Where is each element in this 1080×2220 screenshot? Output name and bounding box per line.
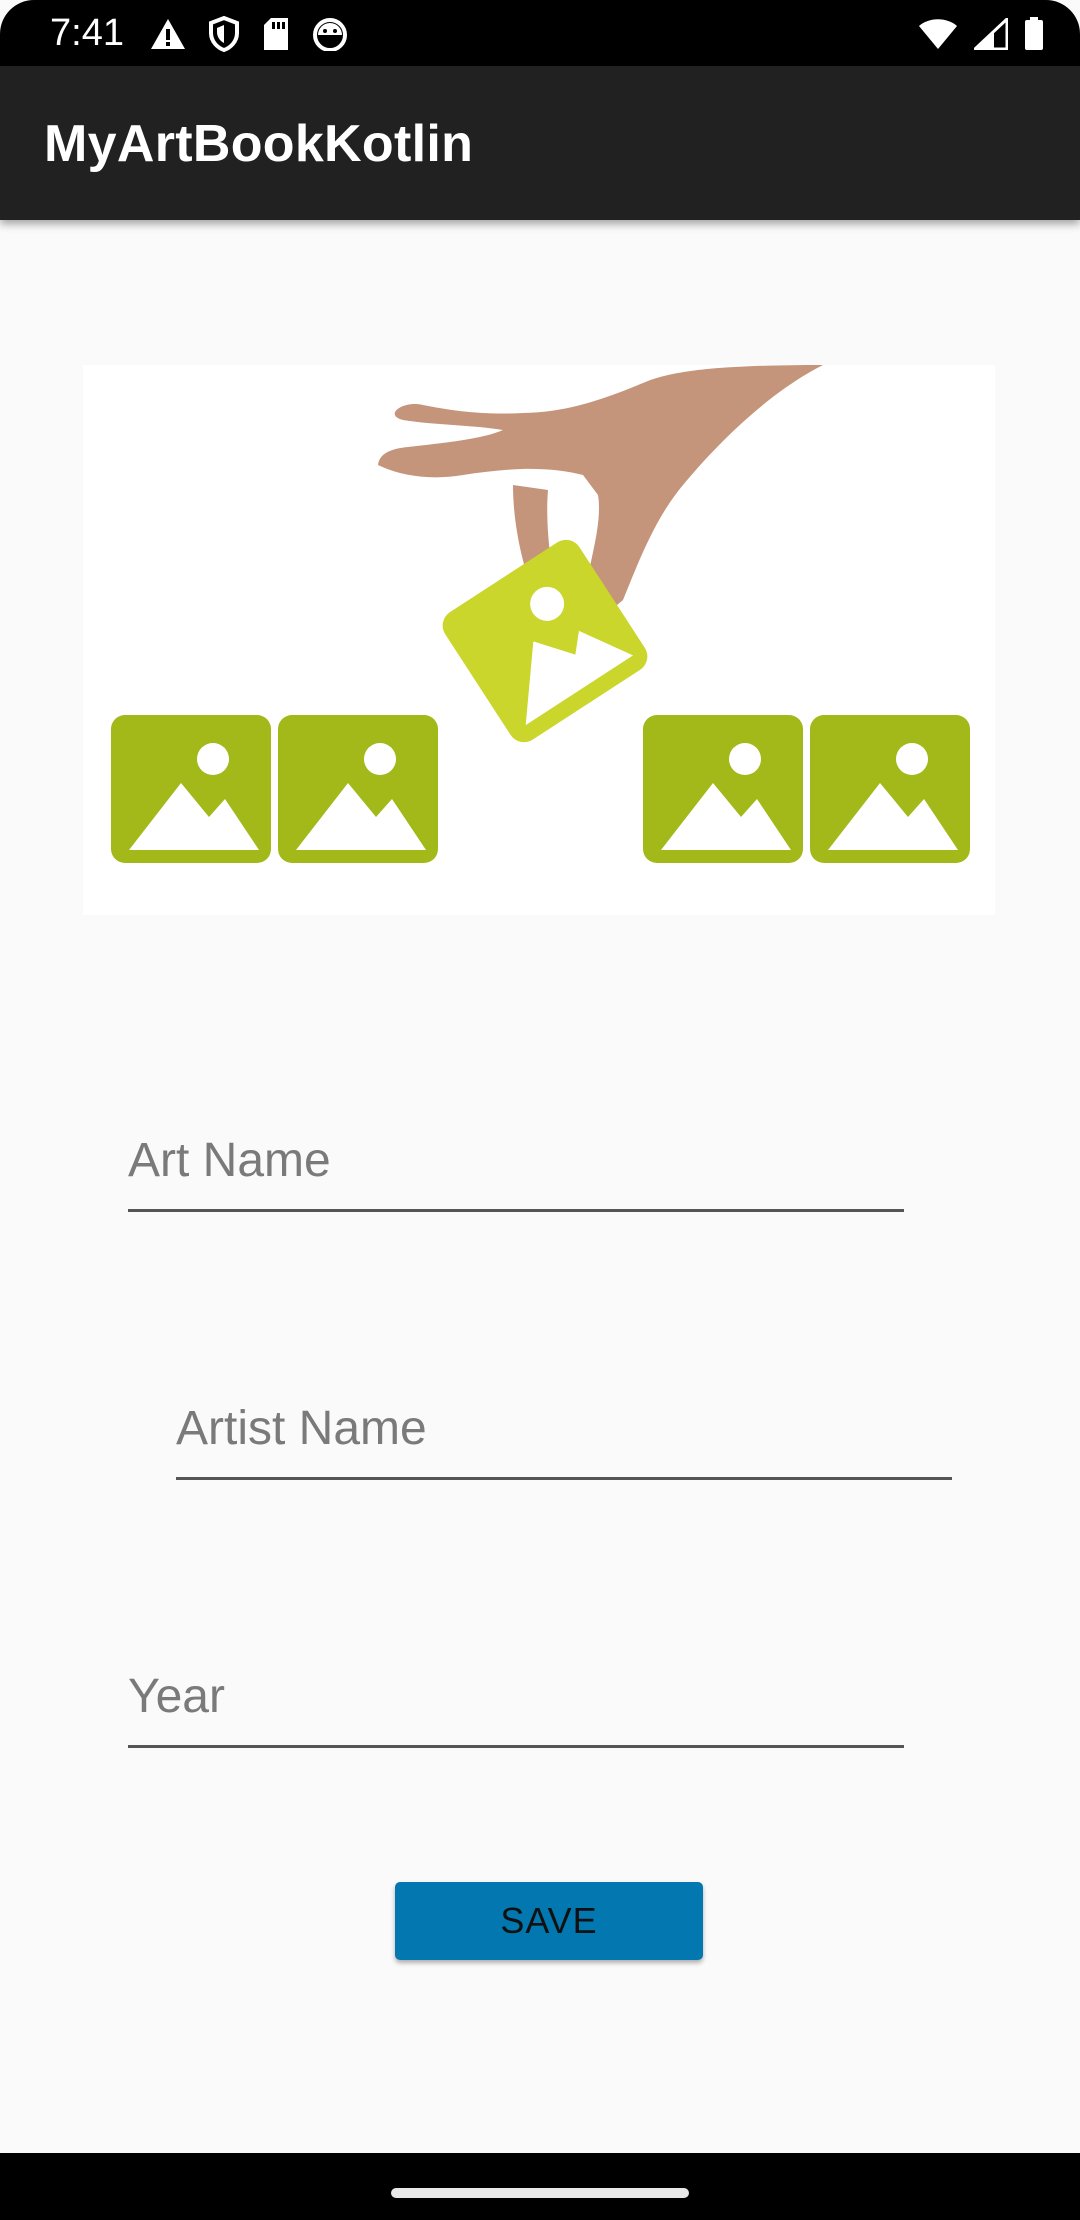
shield-icon: [208, 16, 240, 52]
app-title: MyArtBookKotlin: [44, 115, 474, 173]
wifi-icon: [918, 18, 958, 50]
home-gesture-handle[interactable]: [391, 2188, 689, 2198]
art-name-input[interactable]: [128, 1112, 904, 1212]
status-system-icons: [902, 14, 1044, 54]
screen: 7:41 MyArtBookKotlin Art Name Artist Nam…: [0, 0, 1080, 2220]
image-tile-icon: [278, 715, 438, 863]
image-tile-icon: [810, 715, 970, 863]
alert-icon: [150, 18, 186, 50]
art-image-picker[interactable]: [83, 365, 995, 915]
android-debug-icon: [312, 17, 348, 51]
sd-card-icon: [262, 17, 290, 51]
cell-signal-icon: [974, 18, 1008, 50]
status-bar: 7:41: [0, 0, 1080, 66]
save-button[interactable]: SAVE: [395, 1882, 703, 1960]
status-notification-icons: [150, 14, 370, 54]
image-tile-icon: [111, 715, 271, 863]
image-tile-icon: [643, 715, 803, 863]
battery-icon: [1024, 17, 1044, 51]
artist-name-input[interactable]: [176, 1380, 952, 1480]
year-input[interactable]: [128, 1648, 904, 1748]
status-time: 7:41: [50, 12, 124, 54]
image-placeholder-illustration: [111, 365, 970, 863]
app-bar: MyArtBookKotlin: [0, 66, 1080, 220]
navigation-bar: [0, 2153, 1080, 2220]
year-field[interactable]: [128, 1648, 904, 1748]
art-name-field[interactable]: [128, 1112, 904, 1212]
artist-name-field[interactable]: [176, 1380, 952, 1480]
